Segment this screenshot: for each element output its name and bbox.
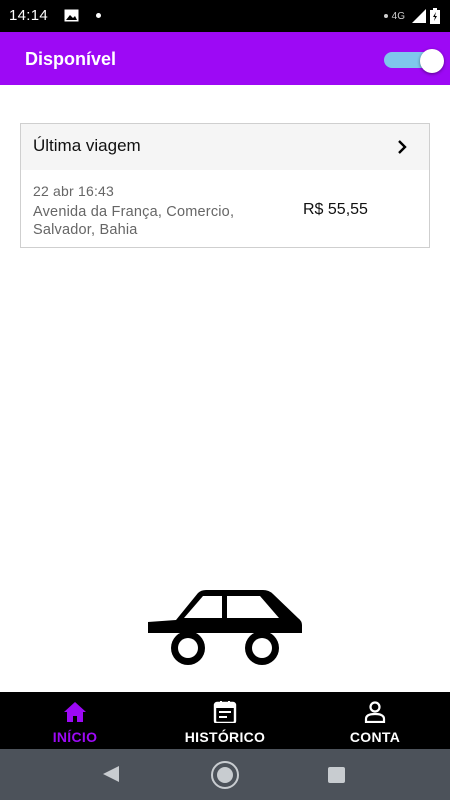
nav-item-conta[interactable]: CONTA — [300, 692, 450, 749]
notification-dot-icon — [96, 13, 101, 18]
toggle-knob — [420, 49, 444, 73]
home-circle-icon[interactable] — [211, 761, 239, 789]
nav-label-conta: CONTA — [349, 729, 401, 745]
image-icon — [64, 9, 79, 22]
recents-icon[interactable] — [328, 767, 345, 783]
status-bar: 14:14 4G — [0, 0, 450, 32]
nav-item-inicio[interactable]: INÍCIO — [0, 692, 150, 749]
nav-label-inicio: INÍCIO — [52, 729, 98, 745]
chevron-right-icon — [398, 140, 407, 154]
nav-item-historico[interactable]: HISTÓRICO — [150, 692, 300, 749]
trip-date: 22 abr 16:43 — [33, 183, 115, 199]
trip-price: R$ 55,55 — [303, 201, 368, 218]
network-type: 4G — [391, 10, 405, 22]
last-trip-title: Última viagem — [33, 136, 141, 155]
last-trip-header[interactable]: Última viagem — [21, 124, 429, 170]
last-trip-card[interactable]: Última viagem 22 abr 16:43 Avenida da Fr… — [20, 123, 430, 248]
trip-address: Avenida da França, Comercio, Salvador, B… — [33, 204, 235, 238]
page-title: Disponível — [25, 49, 117, 69]
status-dot-icon — [383, 14, 388, 18]
home-icon — [64, 702, 86, 722]
nav-label-historico: HISTÓRICO — [184, 729, 266, 745]
home-circle-inner — [217, 767, 233, 783]
bottom-nav: INÍCIO HISTÓRICO CONTA — [0, 692, 450, 749]
status-right-group: 4G — [383, 6, 440, 26]
car-icon — [148, 590, 302, 665]
battery-icon — [430, 8, 440, 24]
calendar-icon — [213, 701, 237, 723]
person-icon — [364, 701, 386, 723]
availability-toggle[interactable] — [382, 49, 446, 73]
back-icon[interactable] — [102, 766, 120, 782]
signal-icon — [412, 9, 426, 23]
status-time: 14:14 — [9, 7, 49, 24]
